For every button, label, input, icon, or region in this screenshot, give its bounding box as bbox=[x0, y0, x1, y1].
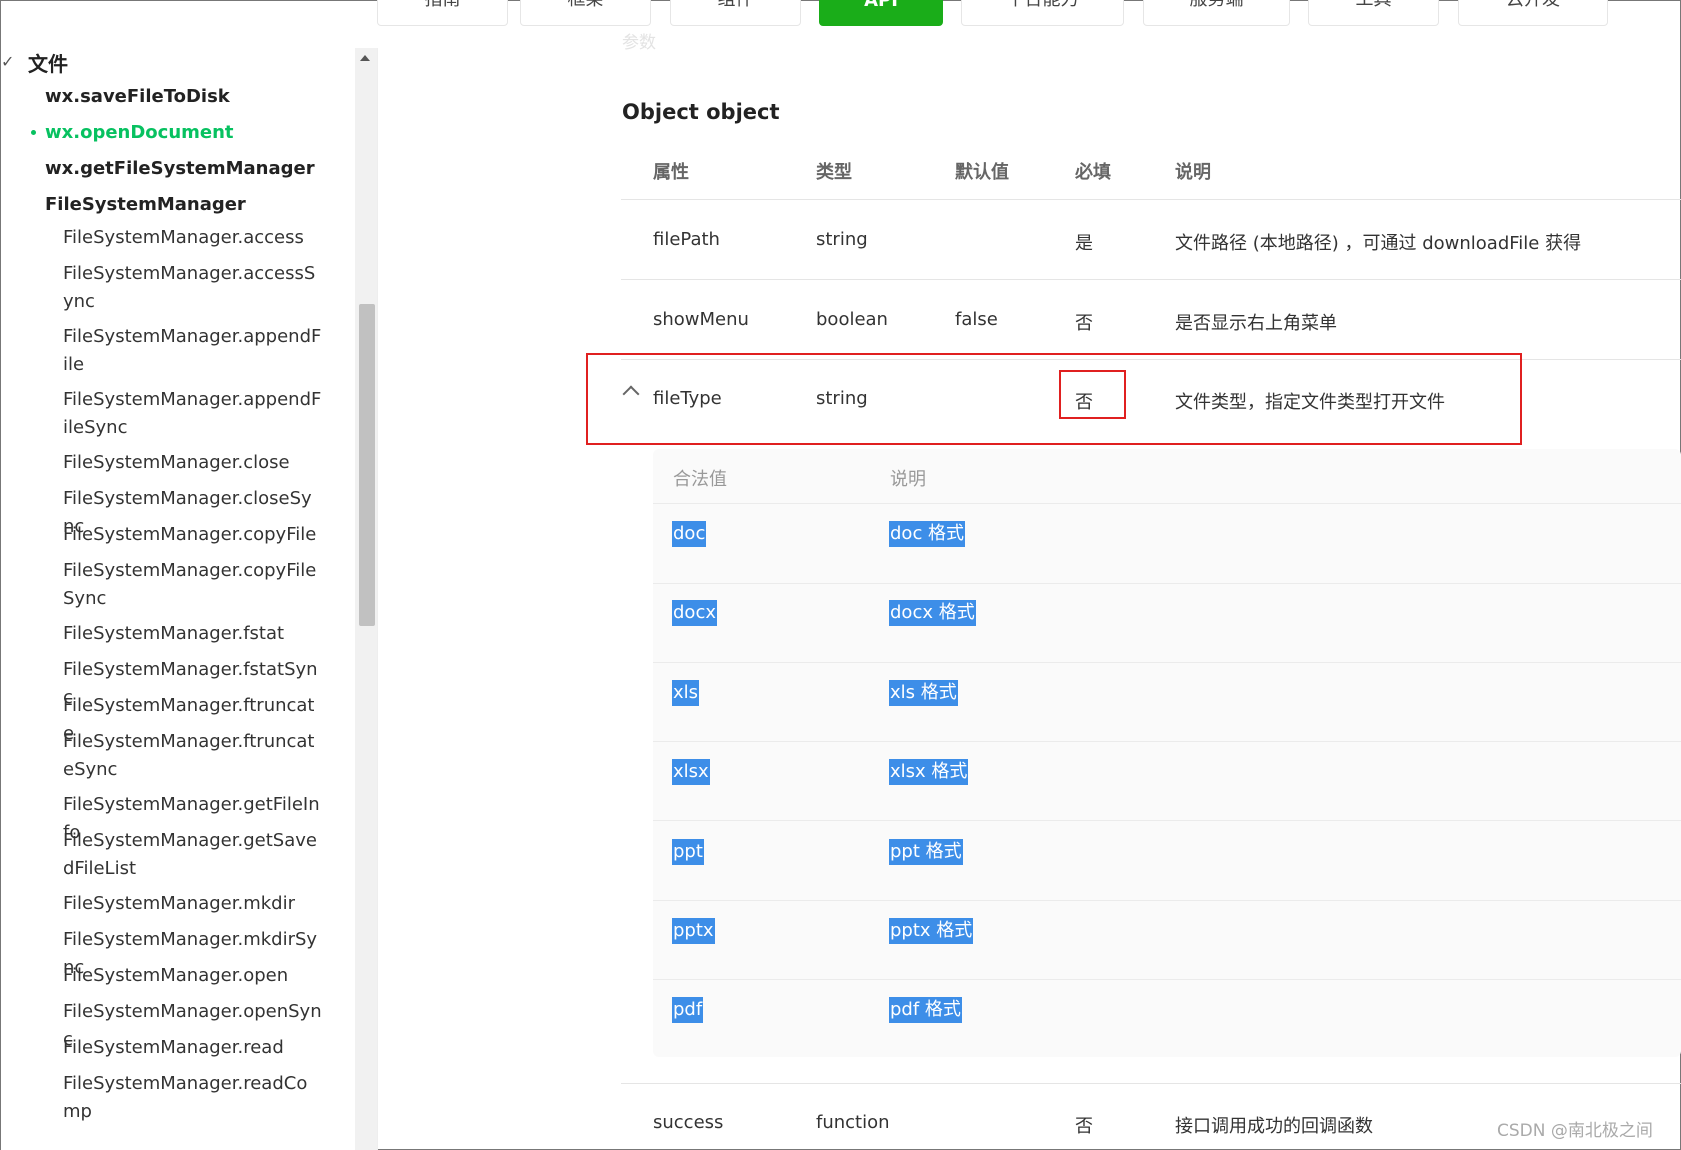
sidebar-subitem[interactable]: FileSystemManager.access bbox=[63, 224, 323, 252]
sidebar-item-getfilesystemmanager[interactable]: wx.getFileSystemManager bbox=[45, 158, 315, 179]
sidebar-section-title[interactable]: 文件 bbox=[28, 48, 68, 77]
tab-api[interactable]: API bbox=[819, 0, 943, 26]
sidebar-subitem[interactable]: FileSystemManager.readComp bbox=[63, 1070, 323, 1126]
value-cell: pptx bbox=[672, 918, 715, 944]
value-desc: ppt 格式 bbox=[889, 839, 963, 865]
sidebar-item-opendocument[interactable]: wx.openDocument bbox=[45, 122, 234, 143]
header-required: 必填 bbox=[1075, 162, 1111, 183]
subheader-value: 合法值 bbox=[673, 469, 727, 490]
scroll-up-arrow-icon[interactable] bbox=[360, 55, 370, 61]
sidebar-subitem[interactable]: FileSystemManager.ftruncateSync bbox=[63, 728, 323, 784]
value-desc: doc 格式 bbox=[889, 521, 966, 547]
sidebar-subitem[interactable]: FileSystemManager.copyFileSync bbox=[63, 557, 323, 613]
main-content: Object object 属性 类型 默认值 必填 说明 filePath s… bbox=[378, 48, 1681, 1150]
chevron-down-icon[interactable]: ✓ bbox=[1, 52, 14, 71]
row-required: 是 bbox=[1075, 233, 1093, 254]
value-desc: xls 格式 bbox=[889, 680, 958, 706]
value-cell: xls bbox=[672, 680, 700, 706]
value-cell: pdf bbox=[672, 997, 704, 1023]
row-type: string bbox=[816, 229, 868, 250]
active-dot-icon bbox=[31, 130, 36, 135]
sidebar: ✓ 文件 wx.saveFileToDisk wx.openDocument w… bbox=[1, 48, 355, 1150]
tab-server[interactable]: 服务端 bbox=[1143, 0, 1290, 26]
value-cell: xlsx bbox=[672, 759, 710, 785]
tab-tools[interactable]: 工具 bbox=[1308, 0, 1439, 26]
row-desc: 接口调用成功的回调函数 bbox=[1175, 1116, 1373, 1137]
subheader-desc: 说明 bbox=[890, 469, 926, 490]
header-prop: 属性 bbox=[653, 162, 689, 183]
sidebar-subitem[interactable]: FileSystemManager.appendFileSync bbox=[63, 386, 323, 442]
value-desc: xlsx 格式 bbox=[889, 759, 969, 785]
tab-framework[interactable]: 框架 bbox=[520, 0, 651, 26]
header-type: 类型 bbox=[816, 162, 852, 183]
table-divider bbox=[621, 1083, 1681, 1084]
sidebar-subitem[interactable]: FileSystemManager.accessSync bbox=[63, 260, 323, 316]
object-title: Object object bbox=[622, 100, 780, 124]
value-cell: doc bbox=[672, 521, 707, 547]
table-divider bbox=[653, 741, 1681, 742]
tab-platform[interactable]: 平台能力 bbox=[961, 0, 1124, 26]
top-nav: 指南 框架 组件 API 平台能力 服务端 工具 云开发 bbox=[377, 0, 1681, 30]
table-divider bbox=[653, 503, 1681, 504]
sidebar-subitem[interactable]: FileSystemManager.copyFile bbox=[63, 521, 323, 549]
sidebar-subitem[interactable]: FileSystemManager.appendFile bbox=[63, 323, 323, 379]
row-required: 否 bbox=[1075, 1116, 1093, 1137]
sidebar-subitem[interactable]: FileSystemManager.getSavedFileList bbox=[63, 827, 323, 883]
highlight-box-required bbox=[1059, 370, 1126, 419]
value-desc: pptx 格式 bbox=[889, 918, 974, 944]
table-divider bbox=[653, 820, 1681, 821]
row-default: false bbox=[955, 309, 998, 330]
row-type: boolean bbox=[816, 309, 888, 330]
sidebar-subitem[interactable]: FileSystemManager.close bbox=[63, 449, 323, 477]
row-required: 否 bbox=[1075, 313, 1093, 334]
table-divider bbox=[653, 979, 1681, 980]
sidebar-subitem[interactable]: FileSystemManager.read bbox=[63, 1034, 323, 1062]
table-divider bbox=[621, 199, 1681, 200]
sidebar-item-filesystemmanager[interactable]: FileSystemManager bbox=[45, 194, 246, 215]
table-divider bbox=[653, 583, 1681, 584]
table-divider bbox=[653, 662, 1681, 663]
row-desc: 文件路径 (本地路径) ，可通过 downloadFile 获得 bbox=[1175, 233, 1582, 254]
row-type: function bbox=[816, 1112, 890, 1133]
row-desc: 是否显示右上角菜单 bbox=[1175, 313, 1337, 334]
sidebar-subitem[interactable]: FileSystemManager.open bbox=[63, 962, 323, 990]
row-prop: showMenu bbox=[653, 309, 749, 330]
sidebar-item-savefiletodisk[interactable]: wx.saveFileToDisk bbox=[45, 86, 230, 107]
value-desc: pdf 格式 bbox=[889, 997, 962, 1023]
row-prop: success bbox=[653, 1112, 724, 1133]
table-divider bbox=[621, 279, 1681, 280]
tab-cloud[interactable]: 云开发 bbox=[1458, 0, 1608, 26]
sidebar-scrollbar-thumb[interactable] bbox=[359, 304, 375, 626]
value-cell: docx bbox=[672, 600, 717, 626]
tab-guide[interactable]: 指南 bbox=[377, 0, 508, 26]
tab-components[interactable]: 组件 bbox=[670, 0, 801, 26]
table-divider bbox=[653, 900, 1681, 901]
header-default: 默认值 bbox=[955, 162, 1009, 183]
highlight-box-row bbox=[586, 353, 1522, 445]
sidebar-subitem[interactable]: FileSystemManager.mkdir bbox=[63, 890, 323, 918]
value-desc: docx 格式 bbox=[889, 600, 976, 626]
header-desc: 说明 bbox=[1175, 162, 1211, 183]
legal-values-table: 合法值 说明 doc doc 格式 docx docx 格式 xls xls 格… bbox=[653, 449, 1681, 1057]
sidebar-subitem[interactable]: FileSystemManager.fstat bbox=[63, 620, 323, 648]
row-prop: filePath bbox=[653, 229, 720, 250]
watermark: CSDN @南北极之间 bbox=[1497, 1121, 1653, 1141]
value-cell: ppt bbox=[672, 839, 704, 865]
